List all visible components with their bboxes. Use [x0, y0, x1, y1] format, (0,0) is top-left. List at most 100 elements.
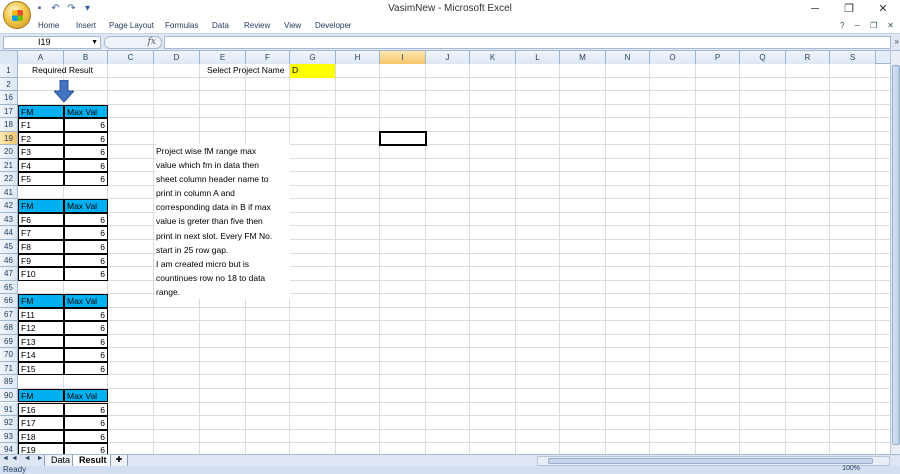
- row-header-90[interactable]: 90: [0, 388, 18, 403]
- row-header-91[interactable]: 91: [0, 402, 18, 416]
- zoom-level[interactable]: 100%: [842, 465, 860, 472]
- table-header-fm[interactable]: FM: [18, 388, 64, 403]
- column-header-a[interactable]: A: [18, 51, 64, 64]
- column-header-b[interactable]: B: [64, 51, 108, 64]
- column-header-h[interactable]: H: [336, 51, 380, 64]
- table-header-max-val[interactable]: Max Val: [64, 294, 108, 308]
- table-header-fm[interactable]: FM: [18, 294, 64, 308]
- worksheet-grid[interactable]: A B C D E F G H I J K L M N O P Q R S 1 2 16 17 18 19 20 21 22 41 42 4…: [0, 51, 890, 454]
- table-cell-max-val[interactable]: 6: [64, 348, 108, 362]
- row-header-71[interactable]: 71: [0, 361, 18, 376]
- row-header-93[interactable]: 93: [0, 429, 18, 444]
- row-header-43[interactable]: 43: [0, 212, 18, 227]
- table-cell-max-val[interactable]: 6: [64, 172, 108, 186]
- table-cell-max-val[interactable]: 6: [64, 402, 108, 416]
- table-cell-fm[interactable]: F19: [18, 443, 64, 454]
- table-cell-fm[interactable]: F11: [18, 307, 64, 322]
- column-header-s[interactable]: S: [830, 51, 876, 64]
- table-header-max-val[interactable]: Max Val: [64, 388, 108, 403]
- table-header-max-val[interactable]: Max Val: [64, 104, 108, 119]
- table-cell-fm[interactable]: F6: [18, 212, 64, 227]
- ribbon-minimize-icon[interactable]: ─: [854, 21, 860, 30]
- row-header-46[interactable]: 46: [0, 253, 18, 268]
- table-header-fm[interactable]: FM: [18, 104, 64, 119]
- column-header-p[interactable]: P: [696, 51, 740, 64]
- row-header-18[interactable]: 18: [0, 118, 18, 132]
- column-header-o[interactable]: O: [650, 51, 696, 64]
- row-header-89[interactable]: 89: [0, 375, 18, 389]
- minimize-icon[interactable]: ─: [798, 0, 832, 19]
- office-button[interactable]: [3, 1, 31, 29]
- vertical-scrollbar[interactable]: [890, 51, 900, 454]
- row-header-17[interactable]: 17: [0, 104, 18, 119]
- table-cell-max-val[interactable]: 6: [64, 253, 108, 268]
- row-header-47[interactable]: 47: [0, 267, 18, 281]
- table-cell-max-val[interactable]: 6: [64, 118, 108, 132]
- row-header-22[interactable]: 22: [0, 172, 18, 186]
- table-cell-fm[interactable]: F15: [18, 361, 64, 376]
- cell-g1-project-value[interactable]: D: [290, 64, 335, 78]
- table-cell-fm[interactable]: F1: [18, 118, 64, 132]
- table-cell-max-val[interactable]: 6: [64, 321, 108, 335]
- table-cell-max-val[interactable]: 6: [64, 307, 108, 322]
- column-header-k[interactable]: K: [470, 51, 516, 64]
- table-cell-max-val[interactable]: 6: [64, 158, 108, 173]
- row-header-42[interactable]: 42: [0, 199, 18, 213]
- table-cell-fm[interactable]: F18: [18, 429, 64, 444]
- table-cell-max-val[interactable]: 6: [64, 131, 108, 146]
- name-box[interactable]: I19 ▼: [3, 36, 101, 49]
- row-header-68[interactable]: 68: [0, 321, 18, 335]
- column-header-n[interactable]: N: [606, 51, 650, 64]
- row-header-69[interactable]: 69: [0, 334, 18, 349]
- row-header-20[interactable]: 20: [0, 145, 18, 159]
- horizontal-scrollbar[interactable]: [537, 456, 890, 466]
- table-cell-fm[interactable]: F4: [18, 158, 64, 173]
- table-cell-max-val[interactable]: 6: [64, 267, 108, 281]
- table-header-fm[interactable]: FM: [18, 199, 64, 213]
- formula-input[interactable]: [164, 36, 891, 49]
- help-icon[interactable]: ?: [840, 21, 844, 30]
- select-all-corner[interactable]: [0, 51, 18, 64]
- column-header-d[interactable]: D: [154, 51, 200, 64]
- active-cell-i19[interactable]: [379, 130, 427, 147]
- row-header-1[interactable]: 1: [0, 64, 18, 78]
- close-icon[interactable]: ✕: [866, 0, 900, 19]
- column-header-l[interactable]: L: [516, 51, 560, 64]
- row-header-65[interactable]: 65: [0, 280, 18, 295]
- table-cell-max-val[interactable]: 6: [64, 240, 108, 254]
- row-header-16[interactable]: 16: [0, 91, 18, 105]
- table-cell-fm[interactable]: F9: [18, 253, 64, 268]
- table-cell-max-val[interactable]: 6: [64, 226, 108, 240]
- row-header-92[interactable]: 92: [0, 416, 18, 430]
- cell-e1-select-project-name[interactable]: Select Project Name: [205, 64, 295, 78]
- table-cell-fm[interactable]: F7: [18, 226, 64, 240]
- row-header-70[interactable]: 70: [0, 348, 18, 362]
- down-arrow-shape[interactable]: [52, 79, 76, 103]
- row-header-66[interactable]: 66: [0, 294, 18, 308]
- table-cell-max-val[interactable]: 6: [64, 443, 108, 454]
- column-header-i[interactable]: I: [380, 51, 426, 64]
- table-cell-fm[interactable]: F3: [18, 145, 64, 159]
- table-cell-max-val[interactable]: 6: [64, 429, 108, 444]
- table-cell-max-val[interactable]: 6: [64, 212, 108, 227]
- table-cell-fm[interactable]: F2: [18, 131, 64, 146]
- row-header-2[interactable]: 2: [0, 77, 18, 92]
- tab-insert[interactable]: Insert: [76, 21, 96, 30]
- table-cell-max-val[interactable]: 6: [64, 334, 108, 349]
- table-header-max-val[interactable]: Max Val: [64, 199, 108, 213]
- tab-data[interactable]: Data: [212, 21, 229, 30]
- table-cell-fm[interactable]: F8: [18, 240, 64, 254]
- row-header-67[interactable]: 67: [0, 307, 18, 322]
- insert-function-button[interactable]: fx: [104, 36, 162, 49]
- table-cell-fm[interactable]: F12: [18, 321, 64, 335]
- column-header-c[interactable]: C: [108, 51, 154, 64]
- column-header-e[interactable]: E: [200, 51, 246, 64]
- ribbon-close-icon[interactable]: ✕: [887, 21, 894, 30]
- table-cell-fm[interactable]: F13: [18, 334, 64, 349]
- table-cell-fm[interactable]: F14: [18, 348, 64, 362]
- table-cell-max-val[interactable]: 6: [64, 416, 108, 430]
- chevron-down-icon[interactable]: ▼: [91, 37, 98, 48]
- table-cell-fm[interactable]: F10: [18, 267, 64, 281]
- column-header-m[interactable]: M: [560, 51, 606, 64]
- horizontal-scroll-thumb[interactable]: [548, 458, 873, 464]
